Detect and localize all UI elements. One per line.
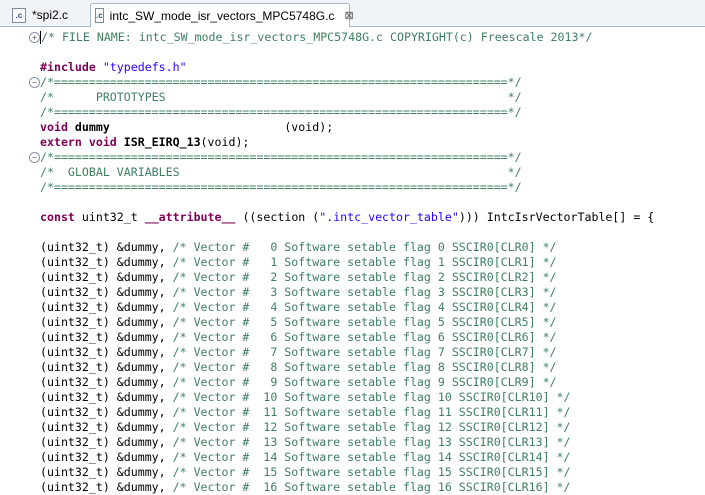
vector-table-row: (uint32_t) &dummy, /* Vector # 0 Softwar… [40,240,557,254]
editor-tab-bar: .c *spi2.c .c intc_SW_mode_isr_vectors_M… [0,0,705,27]
code-line: /* GLOBAL VARIABLES */ [40,165,522,179]
tab-label: intc_SW_mode_isr_vectors_MPC5748G.c [109,8,335,23]
code-line: void dummy (void); [40,120,334,134]
vector-table-row: (uint32_t) &dummy, /* Vector # 14 Softwa… [40,450,571,464]
code-line: /* PROTOTYPES */ [40,90,522,104]
tab-intc-isr-vectors[interactable]: .c intc_SW_mode_isr_vectors_MPC5748G.c ⊠ [90,3,354,27]
vector-table-row: (uint32_t) &dummy, /* Vector # 6 Softwar… [40,330,557,344]
code-line: extern void ISR_EIRQ_13(void); [40,135,250,149]
code-line: const uint32_t __attribute__ ((section (… [40,210,655,224]
close-icon[interactable]: ⊠ [344,9,353,22]
code-line: /* FILE NAME: intc_SW_mode_isr_vectors_M… [40,30,593,44]
tab-label: *spi2.c [32,8,69,22]
vector-table-row: (uint32_t) &dummy, /* Vector # 10 Softwa… [40,390,571,404]
vector-table-row: (uint32_t) &dummy, /* Vector # 7 Softwar… [40,345,557,359]
vector-table-row: (uint32_t) &dummy, /* Vector # 11 Softwa… [40,405,571,419]
vector-table-row: (uint32_t) &dummy, /* Vector # 15 Softwa… [40,465,571,479]
code-line: /*======================================… [40,75,522,89]
c-file-icon: .c [95,8,104,23]
vector-table-row: (uint32_t) &dummy, /* Vector # 2 Softwar… [40,270,557,284]
code-line: #include "typedefs.h" [40,60,187,74]
tab-spi2[interactable]: .c *spi2.c [8,3,90,27]
vector-table-row: (uint32_t) &dummy, /* Vector # 5 Softwar… [40,315,557,329]
collapse-fold-icon[interactable]: − [29,152,40,163]
vector-table-row: (uint32_t) &dummy, /* Vector # 4 Softwar… [40,300,557,314]
vector-table-row: (uint32_t) &dummy, /* Vector # 8 Softwar… [40,360,557,374]
code-line: /*======================================… [40,150,522,164]
c-file-icon: .c [12,7,26,23]
editor-gutter: + − − [0,27,40,485]
vector-table-row: (uint32_t) &dummy, /* Vector # 12 Softwa… [40,420,571,434]
collapse-fold-icon[interactable]: − [29,77,40,88]
code-line: /*======================================… [40,180,522,194]
vector-table-row: (uint32_t) &dummy, /* Vector # 16 Softwa… [40,480,571,494]
vector-table-row: (uint32_t) &dummy, /* Vector # 1 Softwar… [40,255,557,269]
code-line: /*======================================… [40,105,522,119]
vector-table-row: (uint32_t) &dummy, /* Vector # 13 Softwa… [40,435,571,449]
vector-table-row: (uint32_t) &dummy, /* Vector # 3 Softwar… [40,285,557,299]
expand-fold-icon[interactable]: + [29,32,40,43]
vector-table-row: (uint32_t) &dummy, /* Vector # 9 Softwar… [40,375,557,389]
